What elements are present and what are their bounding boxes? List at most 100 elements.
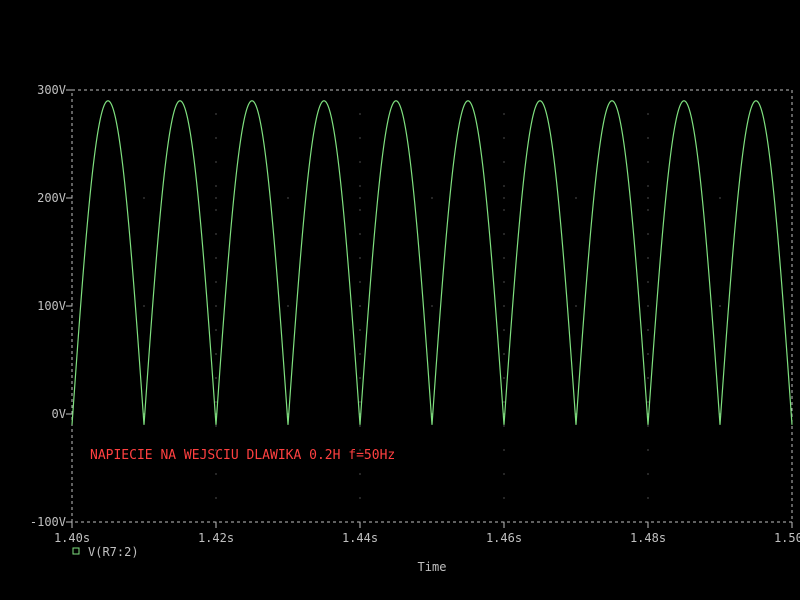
grid-dot [359, 305, 361, 307]
grid-dot [503, 305, 505, 307]
grid-dot [503, 137, 505, 139]
grid-dot [647, 353, 649, 355]
grid-dot [215, 257, 217, 259]
grid-dot [215, 425, 217, 427]
grid-dot [719, 197, 721, 199]
grid-dot [647, 209, 649, 211]
grid-dot [215, 89, 217, 91]
grid-dot [647, 425, 649, 427]
x-axis-label: Time [418, 560, 447, 574]
grid-dot [503, 161, 505, 163]
voltage-chart: 300V 200V 100V 0V -100V 1.40s 1.42s 1.44s 1.46s… [30, 83, 800, 574]
grid-dot [359, 113, 361, 115]
grid-dot [647, 161, 649, 163]
grid-dot [359, 233, 361, 235]
grid-dot [647, 233, 649, 235]
grid-dot [647, 257, 649, 259]
grid-dot [359, 197, 361, 199]
grid-dot [359, 329, 361, 331]
grid-dot [215, 185, 217, 187]
grid-dot [647, 497, 649, 499]
grid-dot [647, 401, 649, 403]
grid-dot [287, 305, 289, 307]
grid-dot [359, 401, 361, 403]
grid-dot [143, 305, 145, 307]
grid-dot [575, 197, 577, 199]
grid-dot [143, 197, 145, 199]
grid-dot [647, 377, 649, 379]
grid-dot [359, 257, 361, 259]
grid-dot [575, 305, 577, 307]
grid-dot [647, 473, 649, 475]
x-tick-label: 1.46s [486, 531, 522, 545]
grid-dot [359, 137, 361, 139]
grid-dot [431, 197, 433, 199]
grid-dot [215, 497, 217, 499]
grid-dot [503, 197, 505, 199]
grid-dot [647, 329, 649, 331]
y-tick-label: 100V [37, 299, 66, 313]
x-tick-label: 1.40s [54, 531, 90, 545]
grid-dot [503, 497, 505, 499]
x-tick-label: 1.50s [774, 531, 800, 545]
grid-dot [215, 329, 217, 331]
grid-dot [215, 377, 217, 379]
grid-dot [647, 197, 649, 199]
x-tick-label: 1.44s [342, 531, 378, 545]
grid-dot [503, 113, 505, 115]
legend-label: V(R7:2) [88, 545, 139, 559]
grid-dot [503, 233, 505, 235]
grid-dot [215, 209, 217, 211]
grid-dot [647, 113, 649, 115]
grid-dot [215, 197, 217, 199]
grid-dot [359, 377, 361, 379]
grid-dot [503, 329, 505, 331]
grid-dot [503, 449, 505, 451]
grid-dot [215, 305, 217, 307]
grid-dot [503, 401, 505, 403]
legend-marker [72, 547, 80, 555]
grid-dot [647, 137, 649, 139]
grid-dot [503, 281, 505, 283]
grid-dot [719, 305, 721, 307]
grid-dot [647, 281, 649, 283]
grid-dot [215, 353, 217, 355]
grid-dot [503, 209, 505, 211]
grid-dot [359, 425, 361, 427]
x-axis: 1.40s 1.42s 1.44s 1.46s 1.48s 1.50s [54, 522, 800, 545]
grid-dot [647, 449, 649, 451]
series-line [71, 100, 793, 425]
grid-dot [359, 185, 361, 187]
grid-dot [503, 89, 505, 91]
grid-dot [503, 353, 505, 355]
grid-dot [503, 185, 505, 187]
annotation: NAPIECIE NA WEJSCIU DLAWIKA 0.2H f=50Hz [90, 448, 395, 463]
grid-dot [503, 377, 505, 379]
grid-dot [215, 233, 217, 235]
y-axis: 300V 200V 100V 0V -100V [30, 83, 72, 529]
grid-dot [215, 113, 217, 115]
grid-dot [791, 305, 793, 307]
grid-dot [359, 161, 361, 163]
grid-dot [287, 197, 289, 199]
grid-dot [215, 473, 217, 475]
grid-dot [215, 401, 217, 403]
grid-dot [431, 305, 433, 307]
grid-dot [359, 89, 361, 91]
grid-dot [503, 257, 505, 259]
grid-dot [647, 89, 649, 91]
grid-dot [359, 353, 361, 355]
grid-dot [647, 185, 649, 187]
grid-dot [791, 197, 793, 199]
grid-dot [359, 209, 361, 211]
y-tick-label: 0V [52, 407, 66, 421]
grid-dot [215, 161, 217, 163]
grid-dot [647, 305, 649, 307]
grid-dot [359, 497, 361, 499]
grid-dot [359, 473, 361, 475]
grid-dot [215, 281, 217, 283]
grid-dot [359, 281, 361, 283]
y-tick-label: -100V [30, 515, 66, 529]
x-tick-label: 1.42s [198, 531, 234, 545]
y-tick-label: 300V [37, 83, 66, 97]
